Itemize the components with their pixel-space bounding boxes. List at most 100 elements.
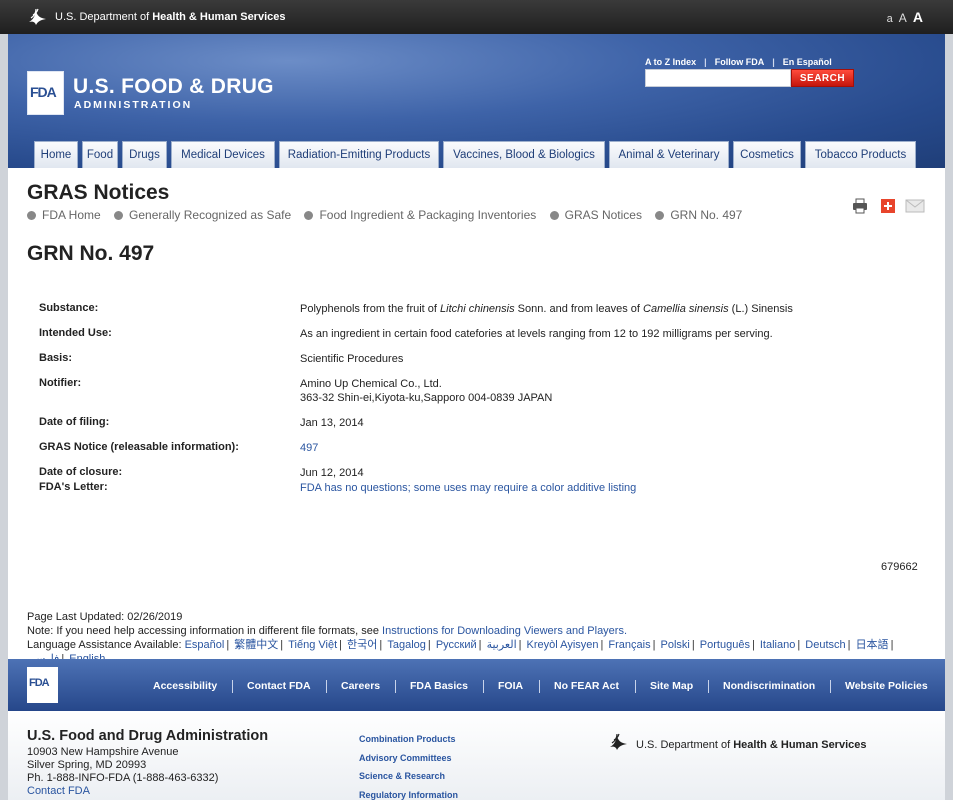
lang-link-francais[interactable]: Français [608,639,650,651]
lang-link-espanol[interactable]: Español [185,639,225,651]
lang-link-russian[interactable]: Русский [436,639,477,651]
gras-notice-link[interactable]: 497 [300,442,318,454]
lang-link-kreyol[interactable]: Kreyòl Ayisyen [527,639,599,651]
footer-quick-links: Combination Products Advisory Committees… [359,730,458,800]
lang-separator: | [751,639,755,651]
hhs-top-bar: U.S. Department of Health & Human Servic… [0,0,953,34]
footer-link-site-map[interactable]: Site Map [650,680,693,692]
tab-food[interactable]: Food [82,141,118,168]
breadcrumb-item-gras-notices[interactable]: GRAS Notices [549,208,642,222]
brand-name[interactable]: U.S. FOOD & DRUG [73,75,274,99]
fda-letter-value: FDA has no questions; some uses may requ… [300,481,910,495]
text-size-controls: a A A [884,9,923,25]
search-input[interactable] [645,69,791,87]
footer-nav-bar: FDA Accessibility Contact FDA Careers FD… [8,659,945,711]
footer-link-careers[interactable]: Careers [341,680,380,692]
tab-radiation-emitting-products[interactable]: Radiation-Emitting Products [279,141,439,168]
lang-link-arabic[interactable]: العربية [487,639,517,651]
breadcrumb-item-fda-home[interactable]: FDA Home [27,208,101,222]
lang-separator: | [652,639,656,651]
fda-logo[interactable]: FDA [27,71,64,115]
footer-logo-text: FDA [29,677,50,689]
lang-separator: | [600,639,604,651]
brand-subtitle[interactable]: ADMINISTRATION [74,99,192,111]
lang-link-chinese[interactable]: 繁體中文 [234,639,278,651]
footer-hhs-name: Health & Human Services [733,739,867,751]
footer-link-fda-basics[interactable]: FDA Basics [410,680,468,692]
closure-date-value: Jun 12, 2014 [300,467,364,479]
lang-link-italiano[interactable]: Italiano [760,639,795,651]
quick-link-regulatory-information[interactable]: Regulatory Information [359,786,458,800]
lang-separator: | [280,639,284,651]
basis-value: Scientific Procedures [300,353,404,365]
footer-link-foia[interactable]: FOIA [498,680,523,692]
page-frame: FDA U.S. FOOD & DRUG ADMINISTRATION A to… [8,34,945,800]
breadcrumb-item-inventories[interactable]: Food Ingredient & Packaging Inventories [304,208,536,222]
fda-logo-text: FDA [30,84,57,100]
tab-home[interactable]: Home [34,141,78,168]
tab-drugs[interactable]: Drugs [122,141,167,168]
footer-link-contact-fda[interactable]: Contact FDA [247,680,311,692]
lang-separator: | [339,639,342,651]
hhs-title[interactable]: U.S. Department of Health & Human Servic… [55,11,286,23]
fda-letter-link[interactable]: FDA has no questions; some uses may requ… [300,482,636,494]
tab-animal-veterinary[interactable]: Animal & Veterinary [609,141,729,168]
breadcrumb-item-gras[interactable]: Generally Recognized as Safe [114,208,291,222]
search-button[interactable]: SEARCH [791,69,854,87]
bullet-icon [27,211,36,220]
en-espanol-link[interactable]: En Español [783,57,832,67]
tab-cosmetics[interactable]: Cosmetics [733,141,801,168]
quick-link-science-research[interactable]: Science & Research [359,767,458,786]
lang-separator: | [847,639,851,651]
download-viewers-link[interactable]: Instructions for Downloading Viewers and… [382,625,627,637]
footer-separator [326,680,327,693]
notifier-name: Amino Up Chemical Co., Ltd. [300,378,442,390]
basis-label: Basis: [39,352,73,364]
substance-label: Substance: [39,302,99,314]
footer-separator [708,680,709,693]
lang-link-japanese[interactable]: 日本語 [856,639,889,651]
tab-tobacco-products[interactable]: Tobacco Products [805,141,916,168]
lang-link-deutsch[interactable]: Deutsch [805,639,845,651]
share-plus-icon[interactable] [879,197,897,215]
footer-address: 10903 New Hampshire Avenue Silver Spring… [27,746,218,798]
address-line-1: 10903 New Hampshire Avenue [27,746,179,758]
fda-letter-label: FDA's Letter: [39,481,108,493]
substance-species-2: Camellia sinensis [643,303,729,315]
footer-link-website-policies[interactable]: Website Policies [845,680,928,692]
lang-link-vietnamese[interactable]: Tiếng Việt [288,639,337,651]
bullet-icon [304,211,314,220]
lang-separator: | [379,639,383,651]
closure-date-label: Date of closure: [39,466,123,478]
lang-separator: | [427,639,431,651]
utility-separator: | [704,57,707,67]
lang-link-tagalog[interactable]: Tagalog [387,639,426,651]
footer-link-nondiscrimination[interactable]: Nondiscrimination [723,680,815,692]
text-size-small[interactable]: a [887,13,893,25]
lang-link-polski[interactable]: Polski [661,639,690,651]
lang-separator: | [890,639,894,651]
text-size-medium[interactable]: A [899,11,907,25]
tab-vaccines-blood-biologics[interactable]: Vaccines, Blood & Biologics [443,141,605,168]
quick-link-combination-products[interactable]: Combination Products [359,730,458,749]
footer-phone: Ph. 1-888-INFO-FDA (1-888-463-6332) [27,772,219,784]
footer-link-no-fear-act[interactable]: No FEAR Act [554,680,619,692]
text-size-large[interactable]: A [913,9,923,25]
utility-separator: | [772,57,775,67]
a-to-z-index-link[interactable]: A to Z Index [645,57,696,67]
footer-link-accessibility[interactable]: Accessibility [153,680,217,692]
footer-contact-link[interactable]: Contact FDA [27,785,218,798]
lang-link-korean[interactable]: 한국어 [347,639,377,651]
email-icon[interactable] [905,197,925,215]
follow-fda-link[interactable]: Follow FDA [715,57,765,67]
footer-fda-logo[interactable]: FDA [27,667,58,703]
footer-hhs-prefix: U.S. Department of [636,739,731,751]
print-icon[interactable] [851,197,869,215]
lang-link-portugues[interactable]: Português [700,639,750,651]
notifier-value: Amino Up Chemical Co., Ltd. 363-32 Shin-… [300,377,910,405]
breadcrumb-item-current: GRN No. 497 [655,208,742,222]
breadcrumb-label: GRAS Notices [564,208,642,222]
footer-separator [483,680,484,693]
quick-link-advisory-committees[interactable]: Advisory Committees [359,749,458,768]
tab-medical-devices[interactable]: Medical Devices [171,141,275,168]
